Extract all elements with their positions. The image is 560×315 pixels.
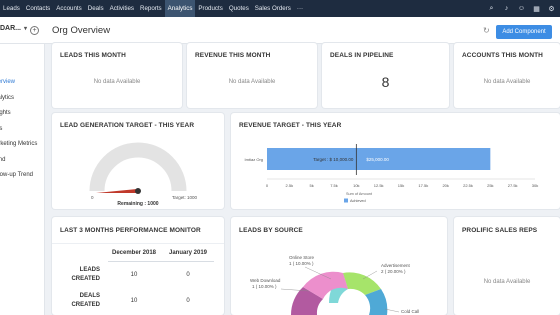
slice-label: Advertisement bbox=[381, 263, 411, 268]
refresh-icon[interactable]: ↻ bbox=[483, 26, 490, 35]
add-component-button[interactable]: Add Component bbox=[496, 25, 552, 39]
sidebar-item[interactable]: Follow-up Trend bbox=[0, 168, 37, 184]
sidebar-item[interactable]: Overview bbox=[0, 75, 37, 91]
settings-icon[interactable]: ⚙ bbox=[547, 4, 556, 13]
x-tick-label: 25k bbox=[487, 183, 493, 188]
sidebar: OverviewAnalyticsInsightsListsMarketing … bbox=[0, 44, 45, 315]
chevron-down-icon: ▾ bbox=[24, 26, 28, 32]
x-tick-label: 27.5k bbox=[508, 183, 518, 188]
slice-value: 2 ( 20.00% ) bbox=[381, 269, 406, 274]
slice-label: Online Store bbox=[289, 255, 315, 260]
gauge-chart: 0 Target: 1000 Remaining : 1000 bbox=[89, 142, 198, 207]
callout-line bbox=[362, 270, 378, 280]
x-tick-label: 17.5k bbox=[418, 183, 428, 188]
row-label: DEALS CREATED bbox=[71, 293, 100, 308]
slice-label: Web Download bbox=[250, 278, 281, 283]
revenue-target-chart: Imtiaz Org Target : $ 10,000.00 $25,000.… bbox=[245, 144, 538, 203]
top-nav: Leads Contacts Accounts Deals Activities Repo… bbox=[0, 0, 560, 17]
sidebar-item[interactable]: Trend bbox=[0, 153, 37, 169]
dashboard-selector[interactable]: DAR... ▾ bbox=[0, 25, 27, 32]
table-cell: 0 bbox=[186, 272, 190, 278]
gauge-track bbox=[89, 142, 187, 192]
no-data-text: No data Available bbox=[93, 79, 141, 85]
table-cell: 10 bbox=[130, 298, 138, 304]
gauge-min-label: 0 bbox=[91, 195, 94, 200]
card-title: LEADS THIS MONTH bbox=[60, 52, 126, 59]
bell-icon[interactable]: ♪ bbox=[502, 4, 511, 13]
sidebar-item[interactable]: Marketing Metrics bbox=[0, 137, 37, 153]
x-tick-label: 7.5k bbox=[330, 183, 338, 188]
sidebar-item[interactable]: Analytics bbox=[0, 91, 37, 107]
x-tick-label: 10k bbox=[353, 183, 359, 188]
target-label: Target : $ 10,000.00 bbox=[313, 157, 354, 162]
revenue-target-card: REVENUE TARGET - THIS YEAR Imtiaz Org Ta… bbox=[231, 113, 560, 209]
page-header: DAR... ▾ + Org Overview ↻ Add Component bbox=[0, 17, 560, 44]
gauge-pivot bbox=[135, 188, 141, 194]
prolific-sales-reps-card: PROLIFIC SALES REPS No data Available bbox=[454, 217, 560, 315]
performance-table: December 2018 January 2019 LEADS CREATED … bbox=[52, 217, 224, 315]
x-axis-title: Sum of Amount bbox=[346, 192, 373, 196]
row-label: LEADS CREATED bbox=[71, 267, 100, 282]
user-icon[interactable]: ☺ bbox=[517, 4, 526, 13]
no-data-text: No data Available bbox=[483, 79, 531, 85]
card-title: DEALS IN PIPELINE bbox=[330, 52, 394, 59]
x-tick-label: 0 bbox=[266, 183, 269, 188]
gauge-max-label: Target: 1000 bbox=[172, 195, 198, 200]
kpi-card-accounts: ACCOUNTS THIS MONTH No data Available bbox=[454, 43, 560, 108]
performance-monitor-card: LAST 3 MONTHS PERFORMANCE MONITOR Decemb… bbox=[52, 217, 224, 315]
search-icon[interactable]: ⌕ bbox=[487, 4, 496, 13]
dashboard-selector-label: DAR... bbox=[0, 25, 21, 32]
nav-icons: ⌕ ♪ ☺ ▦ ⚙ bbox=[487, 0, 556, 17]
legend-swatch bbox=[344, 198, 348, 203]
column-header: December 2018 bbox=[111, 250, 157, 256]
nav-item[interactable]: Deals bbox=[85, 0, 107, 17]
x-tick-label: 30k bbox=[532, 183, 538, 188]
leads-by-source-card: LEADS BY SOURCE Online Store 1 ( 10.00% … bbox=[231, 217, 447, 315]
nav-item[interactable]: Analytics bbox=[164, 0, 196, 17]
divider bbox=[108, 261, 214, 262]
table-cell: 10 bbox=[130, 272, 138, 278]
x-tick-label: 12.5k bbox=[374, 183, 384, 188]
x-tick-label: 15k bbox=[398, 183, 404, 188]
legend-label: Achieved bbox=[350, 199, 366, 203]
nav-item[interactable]: Activities bbox=[107, 0, 137, 17]
no-data-text: No data Available bbox=[228, 79, 276, 85]
x-tick-label: 5k bbox=[310, 183, 314, 188]
achieved-label: $25,000.00 bbox=[366, 157, 389, 162]
gauge-remaining-label: Remaining : 1000 bbox=[117, 201, 158, 207]
nav-item[interactable]: Products bbox=[195, 0, 225, 17]
calendar-icon[interactable]: ▦ bbox=[532, 4, 541, 13]
card-title: PROLIFIC SALES REPS bbox=[462, 227, 538, 234]
table-cell: 0 bbox=[186, 298, 190, 304]
x-tick-label: 22.5k bbox=[463, 183, 473, 188]
kpi-card-leads: LEADS THIS MONTH No data Available bbox=[52, 43, 182, 108]
slice-value: 1 ( 10.00% ) bbox=[252, 284, 277, 289]
lead-generation-card: LEAD GENERATION TARGET - THIS YEAR 0 Tar… bbox=[52, 113, 224, 209]
slice-label: Cold Call bbox=[401, 309, 419, 314]
nav-item[interactable]: ··· bbox=[294, 0, 306, 17]
page-title: Org Overview bbox=[52, 25, 111, 36]
x-tick-label: 20k bbox=[442, 183, 448, 188]
kpi-card-deals: DEALS IN PIPELINE 8 bbox=[322, 43, 449, 108]
card-title: ACCOUNTS THIS MONTH bbox=[462, 52, 543, 59]
column-header: January 2019 bbox=[168, 250, 208, 256]
nav-item[interactable]: Quotes bbox=[226, 0, 252, 17]
nav-item[interactable]: Accounts bbox=[53, 0, 84, 17]
no-data-text: No data Available bbox=[483, 279, 531, 285]
card-title: REVENUE THIS MONTH bbox=[195, 52, 271, 59]
x-tick-label: 2.5k bbox=[286, 183, 294, 188]
kpi-value: 8 bbox=[381, 74, 390, 90]
add-dashboard-icon[interactable]: + bbox=[30, 26, 39, 35]
sidebar-item[interactable]: Lists bbox=[0, 122, 37, 138]
bar-category-label: Imtiaz Org bbox=[245, 157, 263, 162]
nav-item[interactable]: Contacts bbox=[23, 0, 53, 17]
slice-value: 1 ( 10.00% ) bbox=[289, 261, 314, 266]
kpi-card-revenue: REVENUE THIS MONTH No data Available bbox=[187, 43, 317, 108]
donut-chart: Online Store 1 ( 10.00% ) Advertisement … bbox=[250, 255, 419, 315]
nav-item[interactable]: Leads bbox=[0, 0, 23, 17]
nav-item[interactable]: Sales Orders bbox=[252, 0, 294, 17]
sidebar-item[interactable]: Insights bbox=[0, 106, 37, 122]
nav-item[interactable]: Reports bbox=[137, 0, 165, 17]
